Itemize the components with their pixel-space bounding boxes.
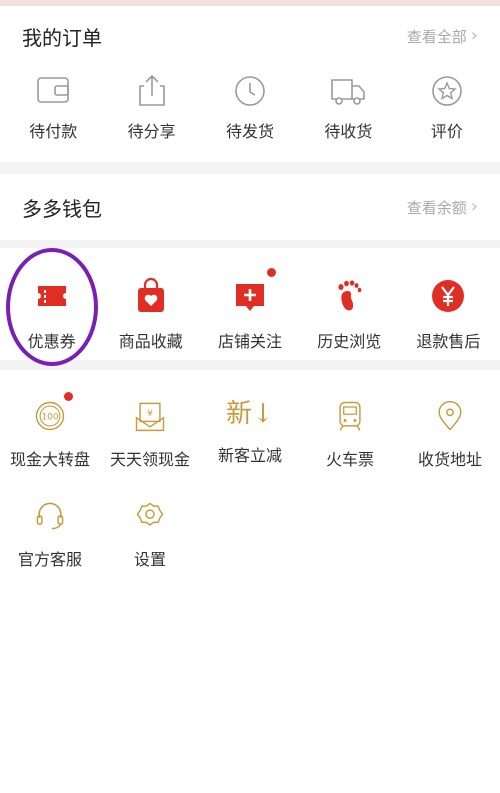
tool-label: 退款售后 — [416, 332, 481, 351]
cash-wheel-icon: 100 — [35, 401, 65, 431]
service-label: 现金大转盘 — [9, 450, 90, 469]
star-badge-icon — [432, 76, 462, 106]
order-label: 待付款 — [29, 122, 78, 141]
order-pending-receipt[interactable]: 待收货 — [299, 66, 397, 162]
order-pending-share[interactable]: 待分享 — [102, 66, 200, 162]
tool-label: 商品收藏 — [118, 332, 183, 351]
services-row: 100 现金大转盘 ¥ 天天领现金 新↓ 新客立减 火车票 收货地址 — [0, 370, 500, 470]
new-customer-entry[interactable]: 新↓ 新客立减 — [200, 370, 300, 470]
cash-wheel-entry[interactable]: 100 现金大转盘 — [0, 370, 100, 470]
services-row: 官方客服 设置 — [0, 470, 500, 570]
red-packet-icon: ¥ — [135, 402, 165, 432]
service-label: 收货地址 — [417, 450, 482, 469]
services-grid: 100 现金大转盘 ¥ 天天领现金 新↓ 新客立减 火车票 收货地址 官方客服 … — [0, 370, 500, 570]
followed-stores-entry[interactable]: 店铺关注 — [200, 248, 299, 360]
order-label: 评价 — [430, 122, 463, 141]
chevron-right-icon: › — [470, 196, 478, 217]
store-plus-icon — [236, 284, 264, 311]
svg-text:100: 100 — [41, 413, 58, 423]
location-icon — [438, 400, 462, 431]
daily-cash-entry[interactable]: ¥ 天天领现金 — [100, 370, 200, 470]
train-icon — [339, 401, 361, 431]
notification-dot — [64, 392, 73, 401]
section-divider — [0, 240, 500, 248]
notification-dot — [267, 268, 277, 277]
order-label: 待收货 — [324, 122, 373, 141]
view-balance-link[interactable]: 查看余额 › — [407, 197, 478, 218]
svg-text:¥: ¥ — [147, 409, 153, 419]
service-label: 新客立减 — [217, 446, 282, 465]
footprint-icon — [338, 280, 362, 311]
wallet-title: 多多钱包 — [22, 196, 102, 221]
order-pending-shipment[interactable]: 待发货 — [201, 66, 299, 162]
tool-label: 店铺关注 — [218, 332, 283, 351]
order-review[interactable]: 评价 — [398, 66, 496, 162]
service-label: 设置 — [133, 550, 166, 569]
chevron-right-icon: › — [470, 25, 478, 46]
highlight-circle — [6, 248, 98, 366]
orders-grid: 待付款 待分享 待发货 待收货 评价 — [0, 66, 500, 162]
settings-icon — [136, 502, 164, 526]
yen-circle-icon — [432, 280, 465, 312]
bag-heart-icon — [137, 277, 164, 312]
share-icon — [138, 74, 165, 106]
order-pending-payment[interactable]: 待付款 — [4, 66, 102, 162]
truck-icon — [331, 79, 366, 105]
headset-icon — [36, 502, 64, 530]
view-all-orders-link[interactable]: 查看全部 › — [407, 26, 478, 47]
customer-service-entry[interactable]: 官方客服 — [0, 470, 100, 570]
tool-label: 历史浏览 — [317, 332, 382, 351]
orders-header: 我的订单 查看全部 › — [0, 6, 500, 66]
service-label: 天天领现金 — [109, 450, 190, 469]
order-label: 待发货 — [226, 122, 275, 141]
favorites-entry[interactable]: 商品收藏 — [101, 248, 200, 360]
wallet-header[interactable]: 多多钱包 查看余额 › — [0, 174, 500, 240]
refund-entry[interactable]: 退款售后 — [399, 248, 498, 360]
service-label: 火车票 — [325, 450, 374, 469]
address-entry[interactable]: 收货地址 — [400, 370, 500, 470]
view-all-label: 查看全部 — [406, 27, 467, 46]
view-balance-label: 查看余额 — [406, 198, 467, 217]
train-ticket-entry[interactable]: 火车票 — [300, 370, 400, 470]
service-label: 官方客服 — [17, 550, 82, 569]
section-divider — [0, 360, 500, 370]
order-label: 待分享 — [127, 122, 176, 141]
clock-icon — [235, 76, 265, 106]
new-customer-icon: 新↓ — [226, 399, 274, 429]
section-divider — [0, 162, 500, 174]
history-entry[interactable]: 历史浏览 — [300, 248, 399, 360]
profile-page: 我的订单 查看全部 › 待付款 待分享 待发货 待收货 评价 多多钱包 查看余额… — [0, 0, 500, 793]
settings-entry[interactable]: 设置 — [100, 470, 200, 570]
wallet-icon — [37, 77, 70, 103]
orders-title: 我的订单 — [22, 25, 102, 50]
